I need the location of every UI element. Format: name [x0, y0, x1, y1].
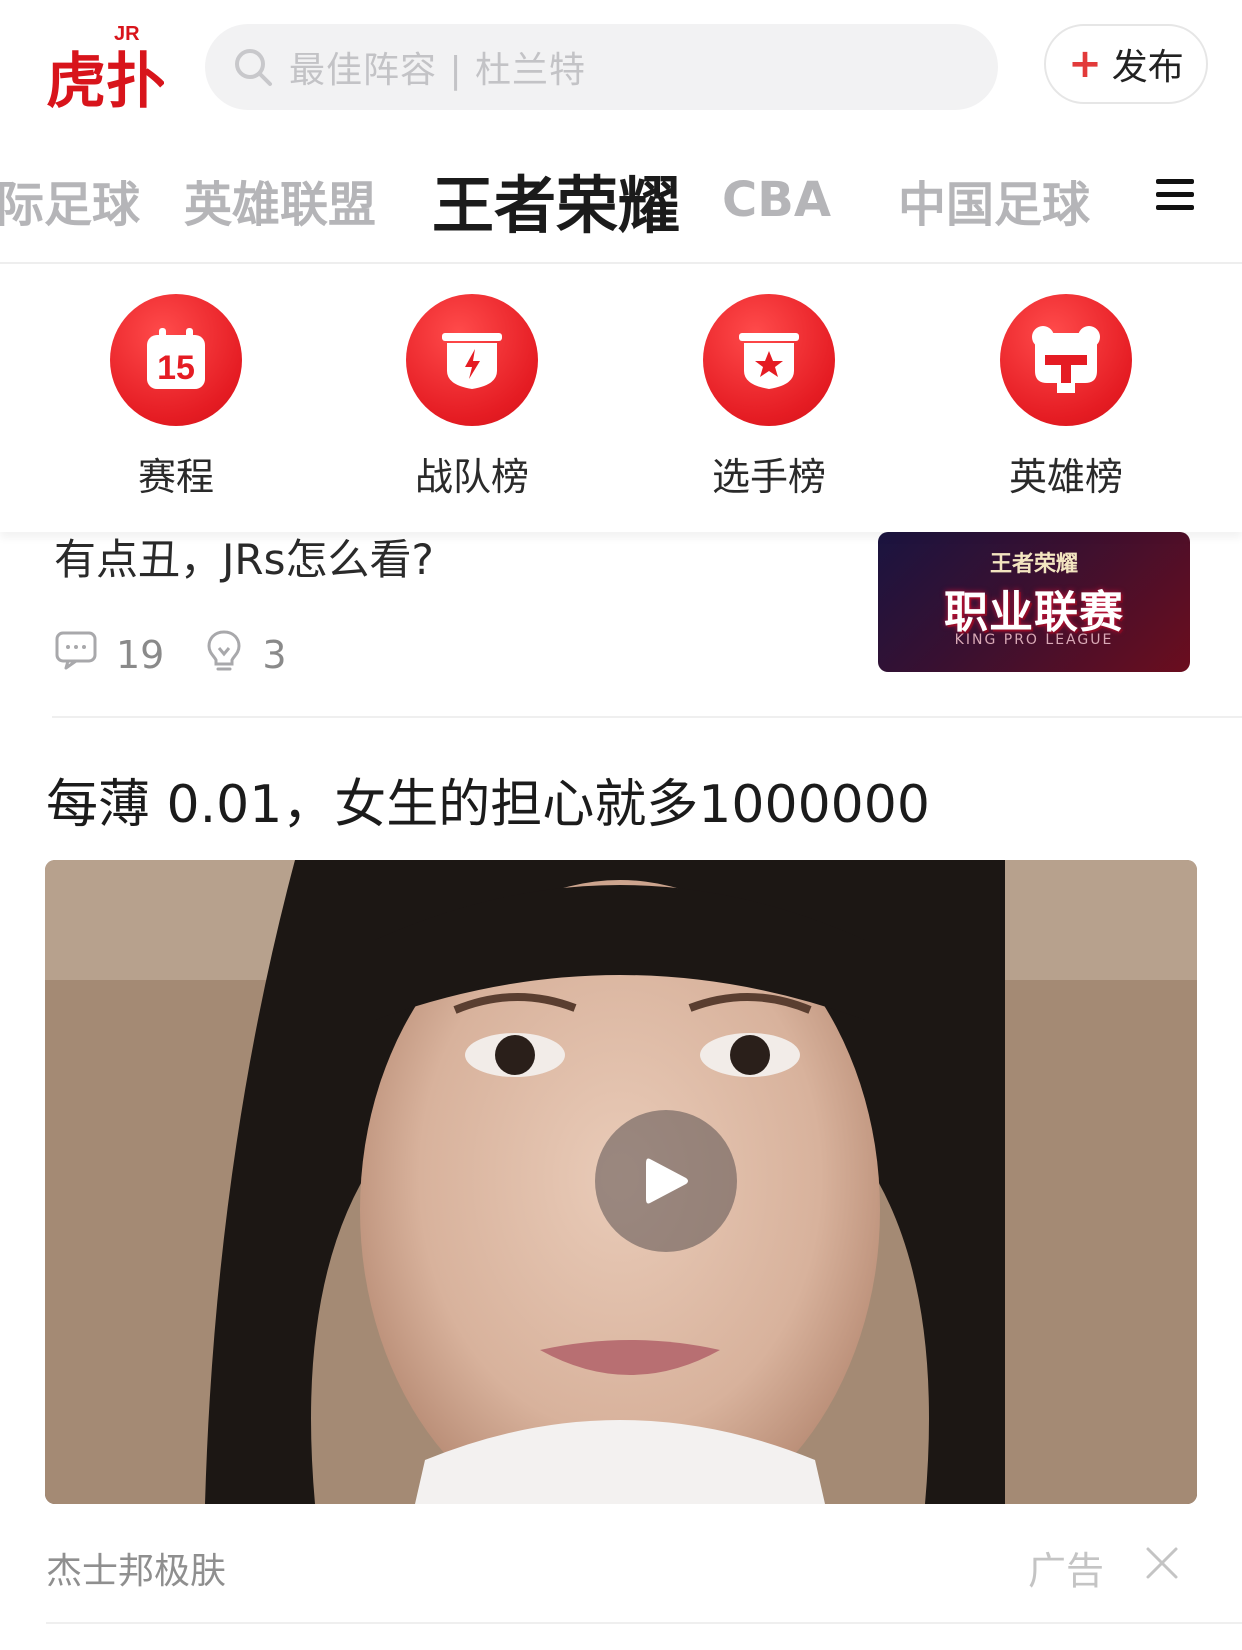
feed-post-previous[interactable]: 有点丑，JRs怎么看? 19 3 王者荣耀 职业联赛 KING PRO LEAG… [0, 532, 1242, 720]
post-divider [52, 716, 1242, 718]
ad-badge: 广告 [1028, 1549, 1105, 1593]
quick-entry-schedule[interactable]: 15 赛程 [86, 294, 266, 501]
hero-bear-icon [1000, 294, 1132, 426]
hupu-logo[interactable]: JR 虎扑 [44, 18, 166, 117]
comment-count: 19 [116, 632, 165, 677]
play-icon [646, 1158, 688, 1204]
quick-entry-player-rank[interactable]: 选手榜 [679, 294, 859, 501]
tab-china-football[interactable]: 中国足球 [898, 150, 1090, 250]
calendar-15-icon: 15 [110, 294, 242, 426]
post-stats: 19 3 [54, 628, 327, 681]
quick-entry-label: 选手榜 [711, 455, 826, 499]
menu-icon[interactable] [1156, 178, 1194, 212]
tab-league-of-legends[interactable]: 英雄联盟 [184, 150, 376, 250]
tab-intl-football[interactable]: 际足球 [0, 150, 140, 250]
like-count: 3 [262, 632, 287, 677]
quick-entry-label: 英雄榜 [1008, 455, 1123, 499]
search-icon [231, 45, 275, 89]
team-shield-icon [406, 294, 538, 426]
quick-entry-hero-rank[interactable]: 英雄榜 [976, 294, 1156, 501]
thumb-text-1: 王者荣耀 [989, 552, 1078, 577]
thumb-text-3: KING PRO LEAGUE [954, 632, 1114, 648]
tab-honor-of-kings[interactable]: 王者荣耀 [432, 150, 680, 250]
search-bar[interactable]: 最佳阵容 | 杜兰特 [205, 24, 998, 110]
svg-text:15: 15 [157, 349, 195, 387]
post-thumbnail[interactable]: 王者荣耀 职业联赛 KING PRO LEAGUE [878, 532, 1190, 672]
lightbulb-icon [204, 628, 244, 681]
post-divider [46, 1622, 1242, 1624]
category-tabs: 际足球 英雄联盟 王者荣耀 CBA 中国足球 [0, 150, 1242, 262]
quick-entry-label: 战队榜 [414, 455, 529, 499]
play-button[interactable] [595, 1110, 737, 1252]
ad-post-title[interactable]: 每薄 0.01，女生的担心就多1000000 [46, 762, 930, 837]
post-title[interactable]: 有点丑，JRs怎么看? [54, 532, 434, 587]
search-placeholder: 最佳阵容 | 杜兰特 [289, 50, 587, 91]
publish-button[interactable]: + 发布 [1044, 24, 1208, 104]
plus-icon: + [1068, 41, 1102, 87]
svg-text:JR: JR [114, 23, 140, 45]
quick-entry-team-rank[interactable]: 战队榜 [382, 294, 562, 501]
svg-text:虎扑: 虎扑 [46, 47, 164, 114]
quick-entry-row: 15 赛程 战队榜 选手榜 英雄榜 [0, 264, 1242, 532]
top-header: JR 虎扑 最佳阵容 | 杜兰特 + 发布 [0, 0, 1242, 130]
close-icon[interactable] [1144, 1545, 1180, 1581]
ad-video-thumbnail[interactable] [45, 860, 1197, 1504]
quick-entry-label: 赛程 [137, 455, 214, 499]
player-star-icon [703, 294, 835, 426]
comment-icon [54, 630, 98, 679]
thumb-text-2: 职业联赛 [944, 587, 1124, 638]
tab-cba[interactable]: CBA [722, 150, 831, 250]
ad-source[interactable]: 杰士邦极肤 [46, 1542, 226, 1594]
publish-label: 发布 [1111, 47, 1184, 88]
